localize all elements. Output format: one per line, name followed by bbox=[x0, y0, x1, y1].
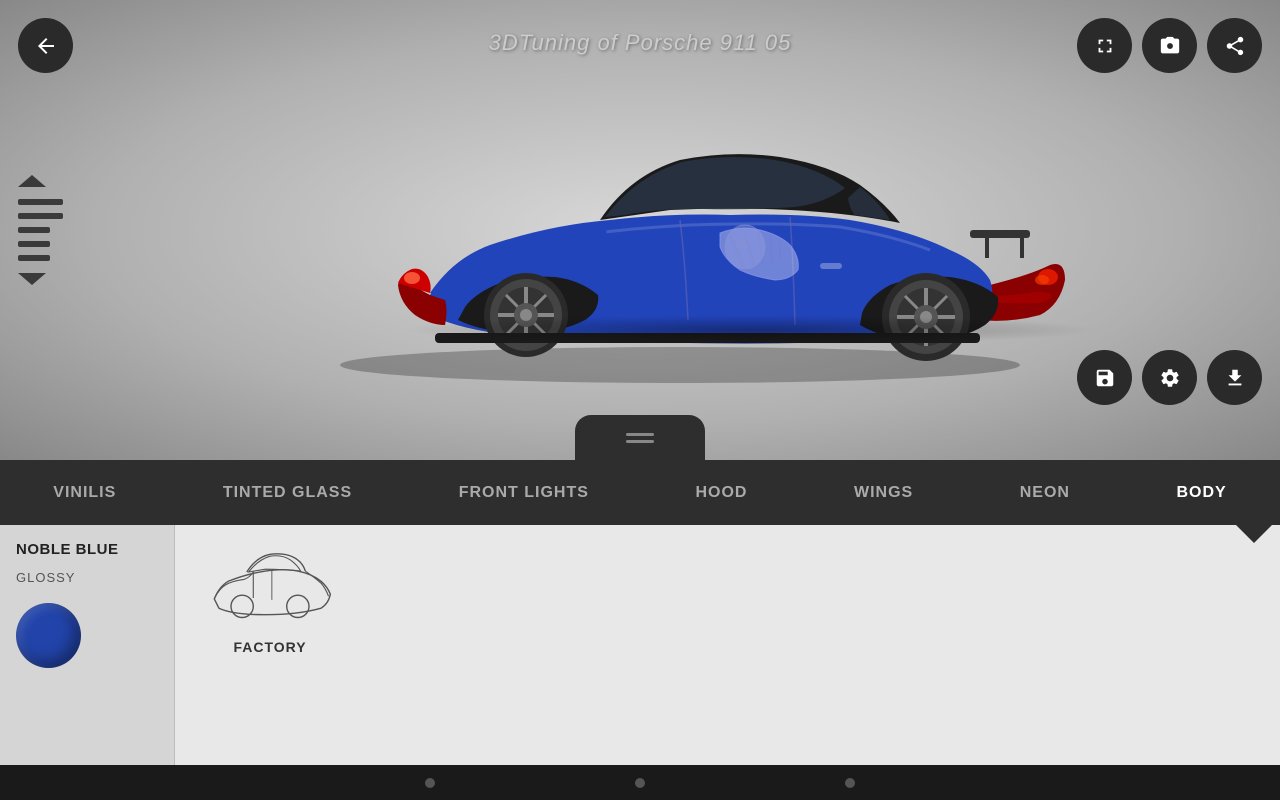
handle-lines bbox=[626, 433, 654, 443]
handle-line-1 bbox=[626, 433, 654, 436]
car-viewer: 3DTuning of Porsche 911 05 bbox=[0, 0, 1280, 460]
tab-handle[interactable] bbox=[575, 415, 705, 460]
factory-label: FACTORY bbox=[233, 639, 306, 655]
tool-line-4 bbox=[18, 241, 50, 247]
factory-option[interactable]: FACTORY bbox=[205, 545, 335, 780]
share-button[interactable] bbox=[1207, 18, 1262, 73]
tab-hood[interactable]: HOOD bbox=[679, 476, 763, 510]
camera-button[interactable] bbox=[1142, 18, 1197, 73]
tab-vinilis[interactable]: VINILIS bbox=[37, 476, 132, 510]
tool-arrow-bottom-icon bbox=[18, 273, 46, 285]
tool-line-3 bbox=[18, 227, 50, 233]
options-panel: FACTORY bbox=[175, 525, 1280, 800]
dot-2 bbox=[635, 778, 645, 788]
tab-tinted-glass[interactable]: TINTED GLASS bbox=[207, 476, 368, 510]
page-title: 3DTuning of Porsche 911 05 bbox=[489, 30, 792, 56]
bottom-action-buttons bbox=[1077, 350, 1262, 405]
color-name: NOBLE BLUE bbox=[16, 541, 158, 558]
tool-line-5 bbox=[18, 255, 50, 261]
tool-line-1 bbox=[18, 199, 63, 205]
tool-line-2 bbox=[18, 213, 63, 219]
tab-wings[interactable]: WINGS bbox=[838, 476, 929, 510]
back-button[interactable] bbox=[18, 18, 73, 73]
car-display bbox=[180, 70, 1180, 400]
tab-front-lights[interactable]: FRONT LIGHTS bbox=[443, 476, 605, 510]
color-panel: NOBLE BLUE GLOSSY bbox=[0, 525, 175, 800]
dot-3 bbox=[845, 778, 855, 788]
fullscreen-button[interactable] bbox=[1077, 18, 1132, 73]
handle-line-2 bbox=[626, 440, 654, 443]
dot-1 bbox=[425, 778, 435, 788]
tab-body[interactable]: BODY bbox=[1160, 476, 1242, 510]
nav-tabs: VINILIS TINTED GLASS FRONT LIGHTS HOOD W… bbox=[0, 460, 1280, 525]
color-finish: GLOSSY bbox=[16, 570, 158, 585]
color-swatch[interactable] bbox=[16, 603, 81, 668]
bottom-content: NOBLE BLUE GLOSSY bbox=[0, 525, 1280, 800]
ground-shadow bbox=[400, 315, 1100, 345]
tool-arrow-top-icon bbox=[18, 175, 46, 187]
tab-neon[interactable]: NEON bbox=[1004, 476, 1086, 510]
left-toolbar bbox=[18, 175, 63, 285]
bottom-dots-bar bbox=[0, 765, 1280, 800]
body-wireframe-svg bbox=[205, 545, 335, 625]
nav-arrow-icon bbox=[1236, 525, 1272, 543]
top-action-buttons bbox=[1077, 18, 1262, 73]
download-button[interactable] bbox=[1207, 350, 1262, 405]
settings-button[interactable] bbox=[1142, 350, 1197, 405]
save-button[interactable] bbox=[1077, 350, 1132, 405]
